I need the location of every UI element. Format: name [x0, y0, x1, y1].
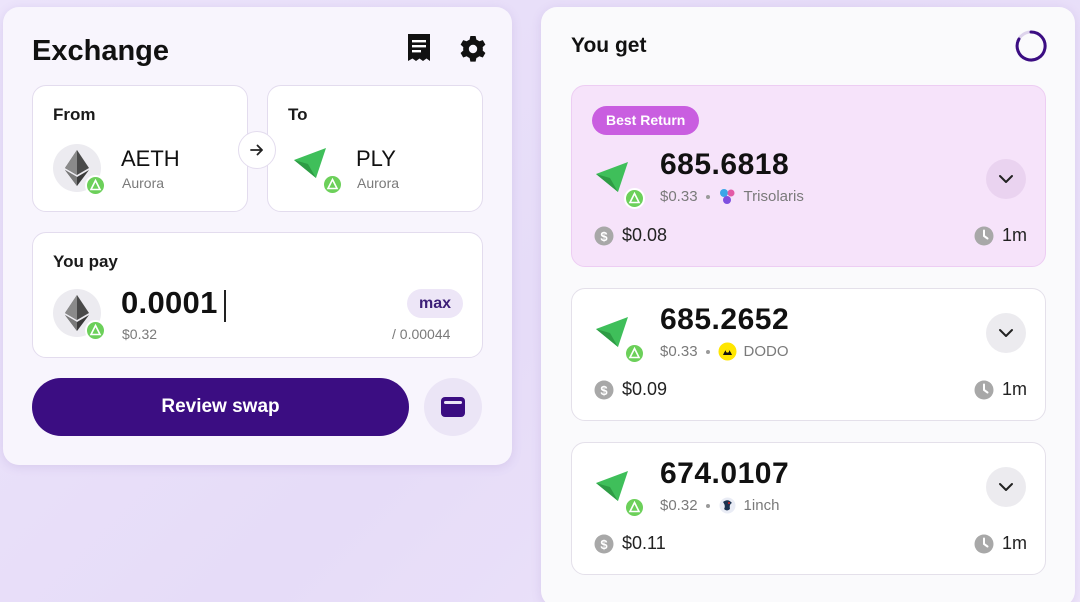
- clock-icon: [974, 380, 994, 399]
- route-amount: 685.2652: [660, 303, 790, 336]
- review-swap-button[interactable]: Review swap: [32, 378, 409, 436]
- chevron-down-icon: [999, 175, 1013, 183]
- spinner-icon: [1015, 30, 1047, 62]
- clock-icon: [974, 534, 994, 553]
- coin-icon: $: [594, 534, 614, 553]
- token-balance: / 0.00044: [392, 326, 451, 342]
- switch-direction-button[interactable]: [238, 131, 276, 169]
- wallet-icon: [441, 397, 465, 417]
- aurora-icon: [85, 175, 106, 196]
- pay-label: You pay: [53, 252, 118, 271]
- clock-icon: [974, 226, 994, 245]
- to-token-card[interactable]: To PLY Aurora: [267, 85, 483, 212]
- from-token-card[interactable]: From AETH Aurora: [32, 85, 248, 212]
- expand-route-button[interactable]: [986, 467, 1026, 507]
- route-time-value: 1m: [1002, 225, 1028, 245]
- route-fee-value: $0.11: [622, 533, 666, 553]
- chevron-down-icon: [999, 329, 1013, 337]
- wallet-button[interactable]: [424, 378, 482, 436]
- route-usd: $0.33: [660, 343, 698, 360]
- route-time-value: 1m: [1002, 379, 1028, 399]
- route-dex-name: 1inch: [743, 497, 780, 514]
- route-dex-name: Trisolaris: [743, 188, 804, 205]
- route-fee: $ $0.09: [594, 379, 667, 400]
- route-usd: $0.32: [660, 497, 698, 514]
- route-time: 1m: [974, 225, 1027, 246]
- from-token-symbol: AETH: [121, 146, 180, 171]
- route-amount: 674.0107: [660, 457, 790, 490]
- svg-text:$: $: [600, 537, 608, 552]
- dodo-icon: [718, 342, 737, 361]
- oneinch-icon: [719, 497, 736, 514]
- route-fee: $ $0.11: [594, 533, 666, 554]
- to-label: To: [288, 105, 308, 124]
- from-token-chain: Aurora: [122, 175, 165, 191]
- route-dex-name: DODO: [743, 343, 789, 360]
- exchange-title: Exchange: [32, 35, 169, 67]
- route-option-best[interactable]: Best Return 685.6818 $0.33 Trisolaris $ …: [571, 85, 1046, 267]
- ply-icon: [294, 148, 344, 198]
- best-return-badge: Best Return: [592, 106, 700, 135]
- aurora-icon: [85, 320, 106, 341]
- svg-text:$: $: [600, 383, 608, 398]
- aurora-icon: [624, 188, 645, 209]
- eth-icon: [53, 289, 106, 341]
- pay-card: You pay 0.0001 $0.32 max / 0.00044: [32, 232, 483, 358]
- aurora-icon: [624, 343, 645, 364]
- coin-icon: $: [594, 226, 614, 245]
- route-option[interactable]: 685.2652 $0.33 DODO $ $0.09 1m: [571, 288, 1046, 421]
- to-token-symbol: PLY: [356, 146, 396, 171]
- exchange-panel: Exchange From AETH Aurora To PLY Aurora …: [3, 7, 512, 465]
- route-meta: $0.33 DODO: [660, 342, 789, 361]
- route-option[interactable]: 674.0107 $0.32 1inch $ $0.11 1m: [571, 442, 1046, 575]
- max-button[interactable]: max: [407, 289, 463, 318]
- route-meta: $0.33 Trisolaris: [660, 187, 804, 206]
- expand-route-button[interactable]: [986, 159, 1026, 199]
- coin-icon: $: [594, 380, 614, 399]
- route-fee: $ $0.08: [594, 225, 667, 246]
- route-fee-value: $0.09: [622, 379, 668, 399]
- route-time-value: 1m: [1002, 533, 1028, 553]
- route-time: 1m: [974, 533, 1027, 554]
- trisolaris-icon: [719, 189, 735, 204]
- route-fee-value: $0.08: [622, 225, 668, 245]
- route-usd: $0.33: [660, 188, 698, 205]
- you-get-panel: You get Best Return 685.6818 $0.33 Triso…: [541, 7, 1075, 602]
- arrow-right-icon: [250, 144, 263, 156]
- aurora-icon: [322, 174, 343, 195]
- ply-icon: [596, 162, 646, 212]
- route-amount: 685.6818: [660, 148, 790, 181]
- expand-route-button[interactable]: [986, 313, 1026, 353]
- aurora-icon: [624, 497, 645, 518]
- pay-usd-value: $0.32: [122, 326, 158, 342]
- from-label: From: [53, 105, 96, 124]
- route-meta: $0.32 1inch: [660, 496, 779, 515]
- eth-icon: [53, 144, 106, 196]
- chevron-down-icon: [999, 483, 1013, 491]
- svg-text:$: $: [600, 229, 608, 244]
- receipt-icon[interactable]: [405, 33, 433, 65]
- you-get-title: You get: [571, 34, 647, 57]
- ply-icon: [596, 317, 646, 367]
- route-time: 1m: [974, 379, 1027, 400]
- pay-amount-input[interactable]: 0.0001: [121, 285, 218, 321]
- ply-icon: [596, 471, 646, 521]
- gear-icon[interactable]: [457, 33, 489, 65]
- text-caret: [224, 290, 226, 322]
- to-token-chain: Aurora: [357, 175, 400, 191]
